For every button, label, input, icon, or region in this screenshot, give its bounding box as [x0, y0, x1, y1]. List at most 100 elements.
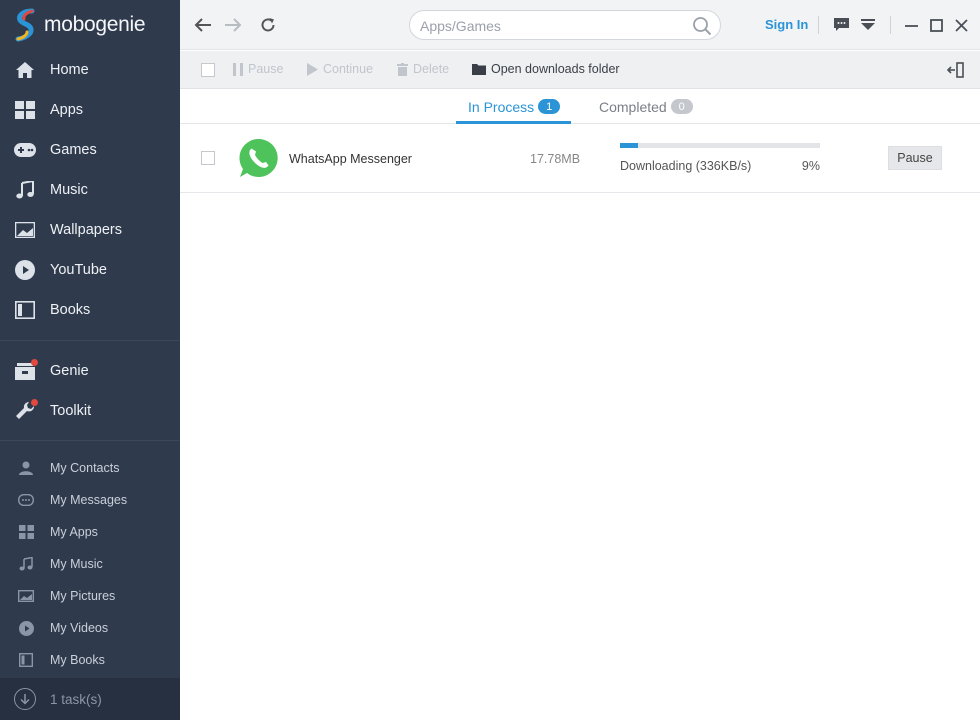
- dropdown-menu-icon: [861, 19, 875, 30]
- search-icon[interactable]: [692, 16, 712, 36]
- sidebar-item-label: My Apps: [50, 525, 98, 539]
- mobogenie-logo-icon: [15, 8, 35, 42]
- search-box[interactable]: [409, 10, 721, 40]
- select-all-checkbox[interactable]: [201, 63, 215, 77]
- tab-label: Completed: [599, 98, 667, 115]
- title-bar: Sign In: [180, 0, 980, 50]
- message-icon: [18, 492, 34, 508]
- sidebar-item-label: YouTube: [50, 262, 107, 278]
- sidebar-item-label: Books: [50, 302, 91, 318]
- sidebar-item-my-music[interactable]: My Music: [0, 548, 180, 580]
- sidebar-item-label: Genie: [50, 363, 89, 379]
- sidebar: mobogenie Home Apps Games Music Wallpape…: [0, 0, 180, 720]
- tab-in-process[interactable]: In Process 1: [468, 89, 561, 124]
- download-arrow-icon: [14, 688, 36, 710]
- task-status[interactable]: 1 task(s): [0, 678, 180, 720]
- collapse-panel-button[interactable]: [944, 59, 966, 81]
- back-button[interactable]: [192, 14, 214, 36]
- play-icon: [307, 62, 318, 76]
- maximize-button[interactable]: [925, 14, 947, 36]
- app-name: mobogenie: [44, 13, 146, 36]
- genie-icon: [14, 359, 38, 382]
- sidebar-item-wallpapers[interactable]: Wallpapers: [0, 210, 180, 250]
- device-nav: My Contacts My Messages My Apps My Music…: [0, 452, 180, 676]
- downloads-toolbar: Pause Continue Delete Open downloads fol…: [180, 51, 980, 89]
- arrow-left-icon: [194, 18, 211, 32]
- sidebar-item-games[interactable]: Games: [0, 130, 180, 170]
- sidebar-item-label: My Contacts: [50, 461, 120, 475]
- sign-in-link[interactable]: Sign In: [765, 17, 808, 32]
- sidebar-item-label: Home: [50, 62, 89, 78]
- whatsapp-icon: [239, 138, 278, 177]
- menu-dropdown-button[interactable]: [857, 14, 879, 36]
- forward-button[interactable]: [222, 14, 244, 36]
- count-badge: 1: [538, 99, 561, 114]
- sidebar-item-label: My Books: [50, 653, 105, 667]
- sidebar-item-my-contacts[interactable]: My Contacts: [0, 452, 180, 484]
- sidebar-item-youtube[interactable]: YouTube: [0, 250, 180, 290]
- sidebar-item-my-books[interactable]: My Books: [0, 644, 180, 676]
- sidebar-item-apps[interactable]: Apps: [0, 90, 180, 130]
- close-icon: [954, 18, 968, 32]
- download-progress-bar: [620, 143, 820, 148]
- sidebar-item-label: My Messages: [50, 493, 128, 507]
- pause-all-button[interactable]: Pause: [233, 62, 283, 76]
- chat-bubble-icon: [833, 18, 849, 31]
- sidebar-item-my-videos[interactable]: My Videos: [0, 612, 180, 644]
- collapse-panel-icon: [946, 62, 964, 78]
- music-note-icon: [18, 556, 34, 572]
- folder-icon: [472, 63, 486, 75]
- home-icon: [14, 59, 36, 81]
- tab-label: In Process: [468, 98, 535, 115]
- extra-nav: Genie Toolkit: [0, 351, 180, 431]
- sidebar-item-books[interactable]: Books: [0, 290, 180, 330]
- sidebar-item-my-pictures[interactable]: My Pictures: [0, 580, 180, 612]
- sidebar-item-toolkit[interactable]: Toolkit: [0, 391, 180, 431]
- notification-dot: [31, 399, 38, 406]
- close-button[interactable]: [950, 14, 972, 36]
- delete-button[interactable]: Delete: [397, 62, 449, 76]
- picture-icon: [18, 588, 34, 604]
- download-percent: 9%: [801, 159, 820, 173]
- sidebar-item-label: My Music: [50, 557, 103, 571]
- notification-dot: [31, 359, 38, 366]
- refresh-button[interactable]: [257, 14, 279, 36]
- sidebar-item-genie[interactable]: Genie: [0, 351, 180, 391]
- gamepad-icon: [14, 139, 36, 161]
- sidebar-item-label: Apps: [50, 102, 84, 118]
- sidebar-item-my-apps[interactable]: My Apps: [0, 516, 180, 548]
- sidebar-item-home[interactable]: Home: [0, 50, 180, 90]
- book-icon: [18, 652, 34, 668]
- minimize-button[interactable]: [900, 14, 922, 36]
- sidebar-item-label: Wallpapers: [50, 222, 122, 238]
- app-logo[interactable]: mobogenie: [12, 8, 146, 42]
- header-divider: [818, 16, 819, 34]
- count-badge: 0: [670, 99, 693, 114]
- pause-download-button[interactable]: Pause: [888, 146, 942, 170]
- file-size: 17.78MB: [530, 152, 581, 166]
- search-input[interactable]: [420, 16, 680, 36]
- tab-completed[interactable]: Completed 0: [599, 89, 693, 124]
- download-row: WhatsApp Messenger 17.78MB Downloading (…: [180, 124, 980, 193]
- play-circle-icon: [14, 259, 36, 281]
- open-downloads-folder-button[interactable]: Open downloads folder: [472, 62, 620, 76]
- continue-all-label: Continue: [323, 62, 374, 76]
- book-icon: [14, 299, 36, 321]
- arrow-right-icon: [225, 18, 242, 32]
- main-nav: Home Apps Games Music Wallpapers YouTube…: [0, 50, 180, 330]
- sidebar-divider: [0, 440, 180, 441]
- app-name: WhatsApp Messenger: [289, 152, 412, 166]
- trash-icon: [397, 62, 408, 76]
- download-progress-fill: [620, 143, 638, 148]
- row-checkbox[interactable]: [201, 151, 215, 165]
- feedback-button[interactable]: [830, 14, 852, 36]
- sidebar-item-label: Toolkit: [50, 403, 92, 419]
- sidebar-item-label: Music: [50, 182, 88, 198]
- sidebar-item-label: My Pictures: [50, 589, 116, 603]
- sidebar-item-my-messages[interactable]: My Messages: [0, 484, 180, 516]
- continue-all-button[interactable]: Continue: [307, 62, 373, 76]
- download-tabs: In Process 1 Completed 0: [180, 89, 980, 124]
- maximize-icon: [929, 18, 943, 32]
- music-note-icon: [14, 179, 36, 201]
- sidebar-item-music[interactable]: Music: [0, 170, 180, 210]
